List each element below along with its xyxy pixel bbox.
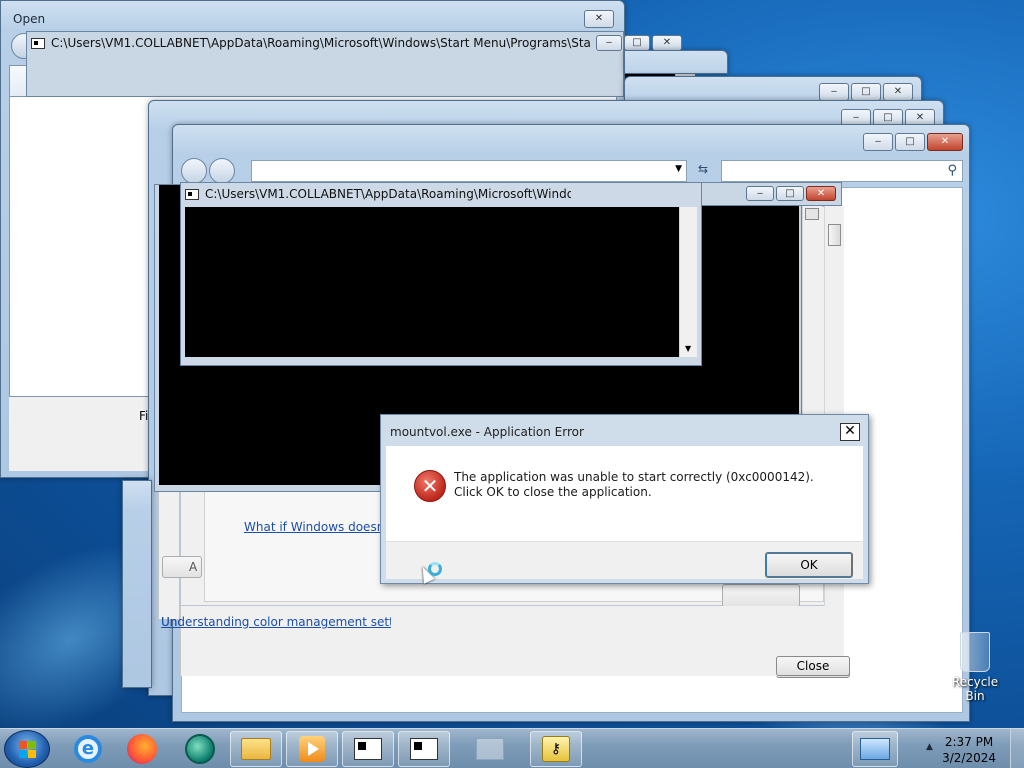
panel-button-right-2[interactable] [722,584,800,608]
console-middle-scrollbar[interactable] [802,206,822,416]
close-button[interactable]: ✕ [652,35,682,51]
console-front-controls: ‒ □ ✕ [746,186,836,201]
recycle-bin-icon [960,632,990,672]
console-window-top: C:\Users\VM1.COLLABNET\AppData\Roaming\M… [26,31,624,97]
maximize-button[interactable]: □ [624,35,650,51]
sidebar-panel [158,490,180,620]
maximize-button[interactable]: □ [851,83,881,101]
media-player-icon[interactable] [286,731,338,767]
minimize-button[interactable]: ‒ [819,83,849,101]
explorer-window-controls: ‒ □ ✕ [863,133,963,151]
console-front-scrollbar[interactable]: ▼ [679,207,697,357]
maximize-button[interactable]: □ [895,133,925,151]
keys-app-icon[interactable]: ⚷ [530,731,582,767]
background-window-1 [624,50,728,74]
maximize-button[interactable]: □ [776,186,804,201]
close-button[interactable]: ✕ [883,83,913,101]
filename-label: Fi [139,409,149,423]
open-window-close-button[interactable]: ✕ [584,10,614,28]
window-2-controls: ‒ □ ✕ [819,83,913,101]
console-title-bar: C:\Users\VM1.COLLABNET\AppData\Roaming\M… [31,34,619,52]
scrollbar-thumb[interactable] [828,224,841,246]
firefox-icon[interactable] [116,731,168,767]
error-icon: ✕ [414,470,446,502]
dialog-title: mountvol.exe - Application Error [390,425,584,439]
open-window-controls: ✕ [584,10,614,28]
color-management-link-overlay[interactable]: Understanding color management settings [161,615,391,629]
minimize-button[interactable]: ‒ [596,35,622,51]
open-window-title: Open [13,12,46,26]
start-button[interactable] [4,730,50,768]
busy-cursor-icon [417,562,444,586]
dialog-body: ✕ The application was unable to start co… [386,446,863,541]
system-tray: ▲ 2:37 PM 3/2/2024 [914,729,1024,768]
console-title: C:\Users\VM1.COLLABNET\AppData\Roaming\M… [51,36,591,50]
console-front-output [185,207,679,357]
taskbar: e ⚷ ▲ 2:37 PM 3/2/2024 [0,728,1024,768]
console-window-front: C:\Users\VM1.COLLABNET\AppData\Roaming\M… [180,182,702,366]
console-front-title-bar: C:\Users\VM1.COLLABNET\AppData\Roaming\M… [185,185,571,203]
search-input[interactable]: ⚲ [721,160,963,182]
dialog-message: The application was unable to start corr… [454,470,814,499]
close-window-button-overlay[interactable]: Close [776,656,850,676]
clock[interactable]: 2:37 PM 3/2/2024 [942,734,996,766]
recycle-bin[interactable]: Recycle Bin [944,632,1006,703]
clock-date: 3/2/2024 [942,751,996,765]
action-center-icon[interactable] [852,731,898,767]
windows-logo-icon [19,741,37,759]
recycle-bin-label: Recycle Bin [951,675,999,703]
close-button[interactable]: ✕ [806,186,836,201]
clock-time: 2:37 PM [944,735,994,749]
refresh-icon[interactable]: ⇆ [693,162,713,180]
partial-button-label: A [189,560,198,574]
application-error-dialog: mountvol.exe - Application Error ✕ ✕ The… [380,414,869,584]
scrollbar-thumb[interactable] [805,208,819,220]
console-icon [31,37,45,49]
minimize-button[interactable]: ‒ [863,133,893,151]
console-front-title: C:\Users\VM1.COLLABNET\AppData\Roaming\M… [205,187,571,201]
address-dropdown-icon[interactable]: ▼ [675,164,682,174]
forward-button[interactable] [209,158,235,184]
scroll-down-arrow-icon[interactable]: ▼ [685,344,691,353]
partial-button[interactable]: A [162,556,202,578]
console-top-controls: ‒ □ ✕ [596,35,682,51]
tray-expand-icon[interactable]: ▲ [926,742,933,752]
show-desktop-button[interactable] [1010,729,1024,768]
what-if-link[interactable]: What if Windows doesn't [244,520,380,534]
internet-explorer-icon[interactable]: e [62,731,114,767]
dialog-close-button[interactable]: ✕ [840,423,860,441]
minimize-button[interactable]: ‒ [746,186,774,201]
dialog-footer: OK [386,541,863,579]
close-window-button-text: Close [796,659,830,673]
console-window-icon[interactable] [398,731,450,767]
search-icon[interactable]: ⚲ [947,163,957,178]
background-window-4 [122,480,152,688]
close-button[interactable]: ✕ [927,133,963,151]
console-icon [185,188,199,200]
back-button[interactable] [181,158,207,184]
ok-button[interactable]: OK [765,552,853,578]
file-explorer-icon[interactable] [230,731,282,767]
console-window-icon[interactable] [342,731,394,767]
address-bar[interactable]: ▼ [251,160,687,182]
window-icon[interactable] [464,731,516,767]
media-app-icon[interactable] [174,731,226,767]
